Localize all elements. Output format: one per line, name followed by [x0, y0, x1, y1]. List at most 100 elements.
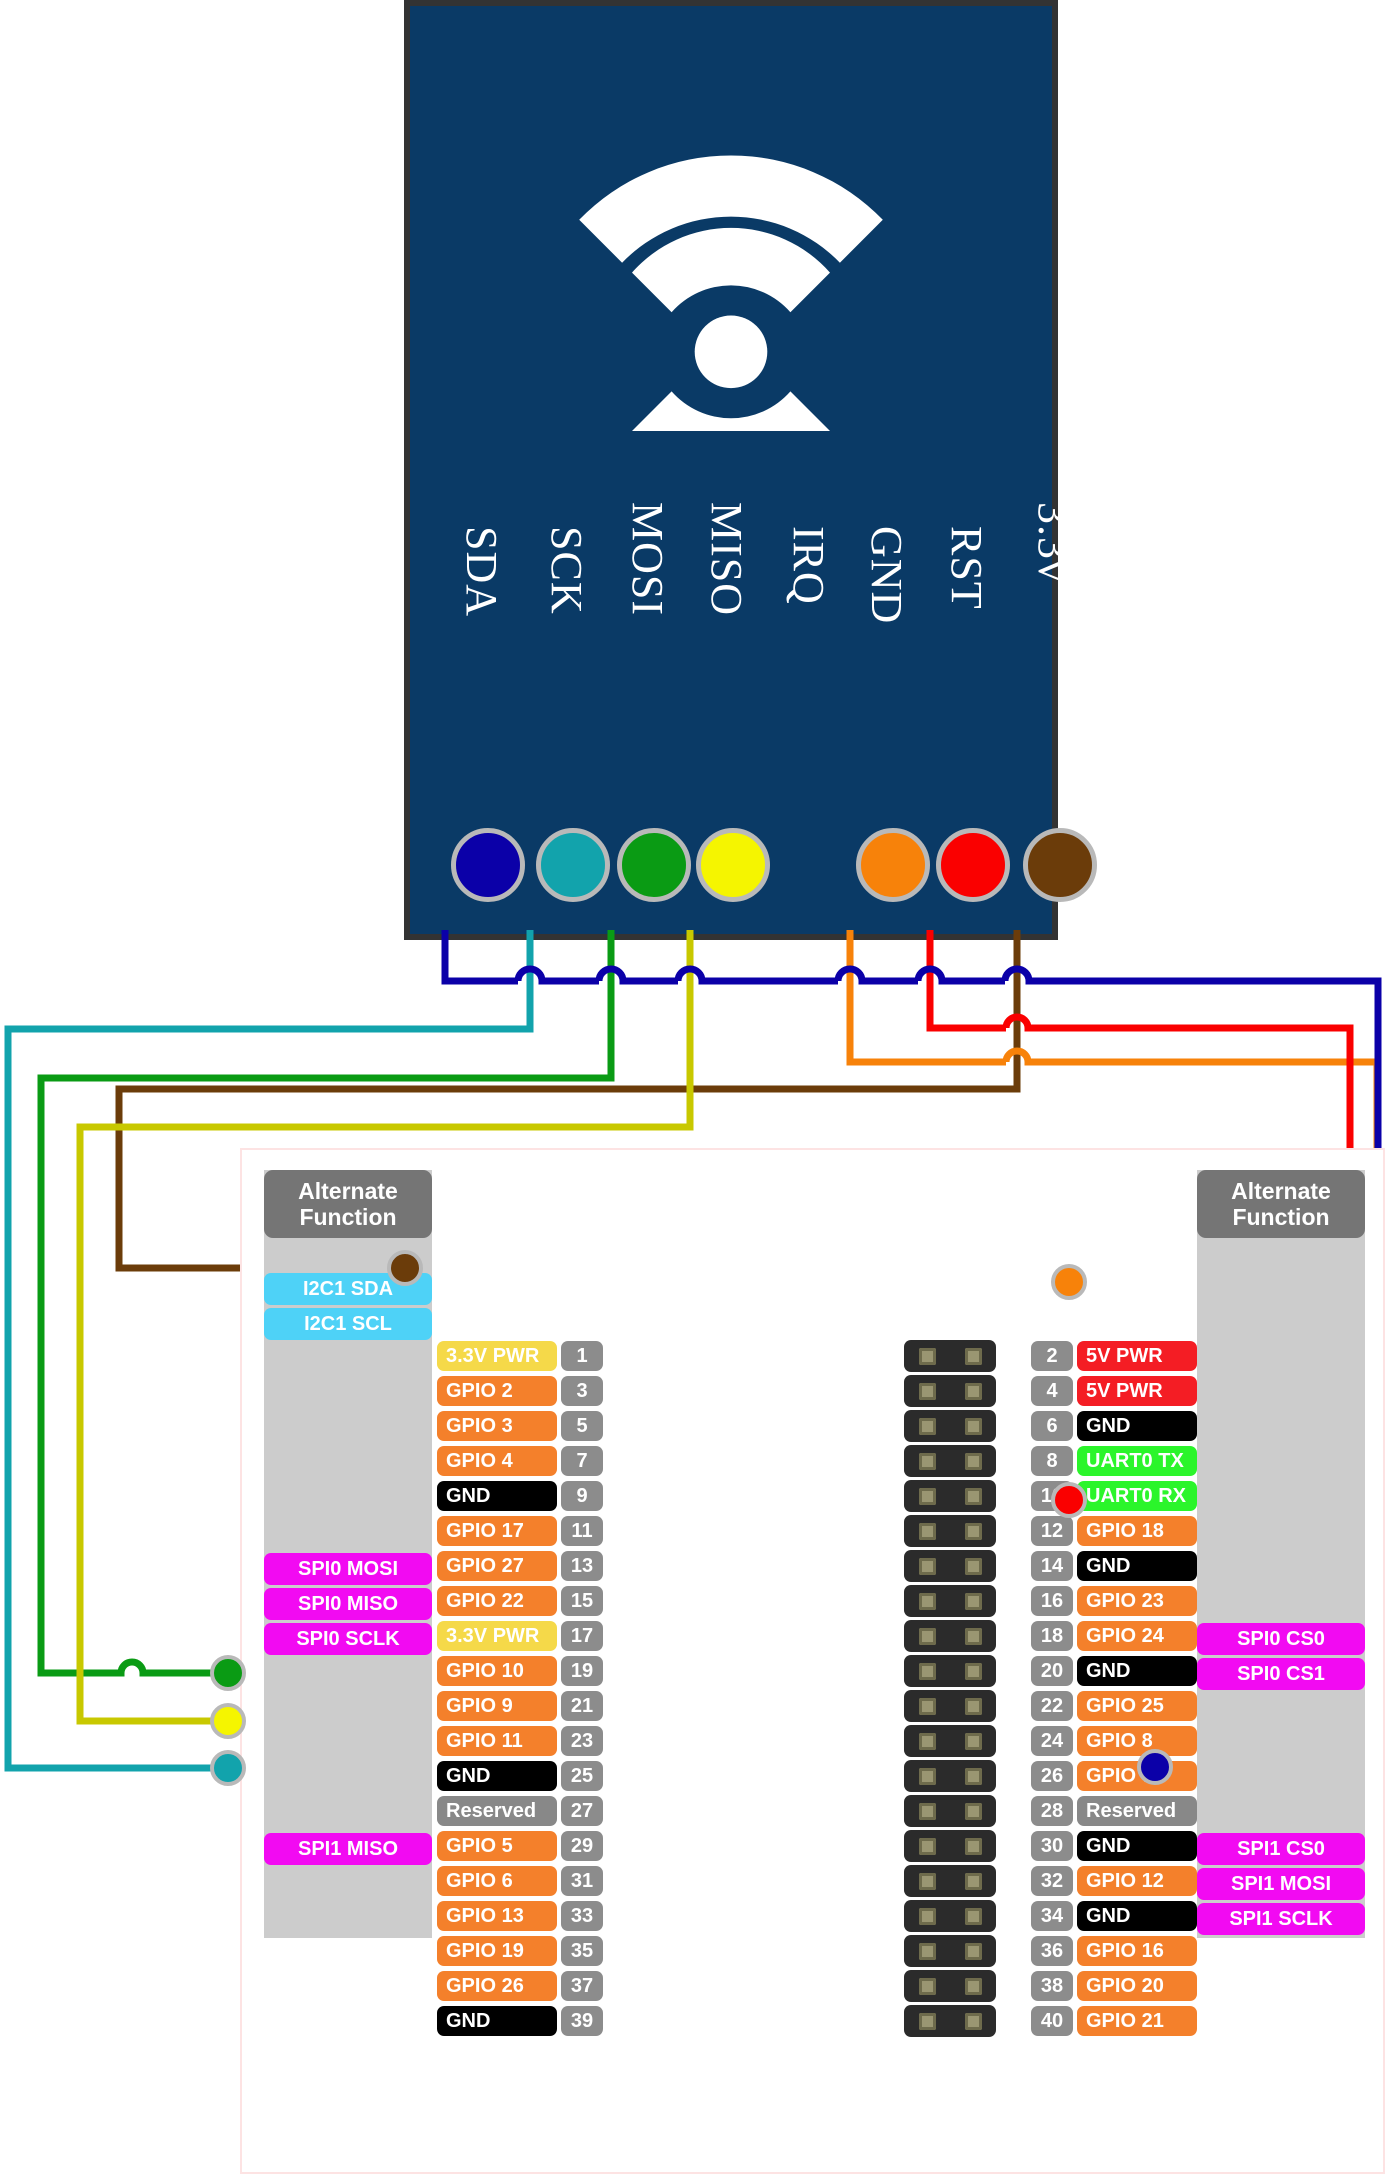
gpio-pin-number: 23 — [561, 1726, 603, 1756]
alt-slot-right-10 — [1197, 1588, 1365, 1620]
module-pad-33v[interactable] — [1023, 828, 1097, 902]
gpio-pin-row[interactable]: GPIO 19 35 — [437, 1935, 607, 1967]
gpio-pin-number: 39 — [561, 2006, 603, 2036]
gpio-pin-number: 8 — [1031, 1446, 1073, 1476]
module-pad-sck[interactable] — [536, 828, 610, 902]
gpio-pin-number: 17 — [561, 1621, 603, 1651]
gpio-pin-row[interactable]: 5V PWR 4 — [1027, 1375, 1197, 1407]
gpio-pin-number: 3 — [561, 1376, 603, 1406]
alt-slot-right-2 — [1197, 1308, 1365, 1340]
gpio-pin-number: 32 — [1031, 1866, 1073, 1896]
gpio-pin-row[interactable]: GPIO 23 16 — [1027, 1585, 1197, 1617]
gpio-pin-number: 26 — [1031, 1761, 1073, 1791]
gpio-pin-name: UART0 RX — [1077, 1481, 1197, 1511]
gpio-pin-row[interactable]: 3.3V PWR 1 — [437, 1340, 607, 1372]
gpio-pin-row[interactable]: GPIO 26 37 — [437, 1970, 607, 2002]
alt-slot-left-7 — [264, 1483, 432, 1515]
gpio-pin-name: GPIO 10 — [437, 1656, 557, 1686]
connection-dot-sck[interactable] — [210, 1750, 246, 1786]
header-pad — [964, 1347, 982, 1365]
alt-slot-right-18: SPI1 MOSI — [1197, 1868, 1365, 1900]
gpio-pin-row[interactable]: GPIO 17 11 — [437, 1515, 607, 1547]
connection-dot-3v3[interactable] — [387, 1250, 423, 1286]
header-pad — [918, 1837, 936, 1855]
gpio-pin-row[interactable]: GPIO 16 36 — [1027, 1935, 1197, 1967]
gpio-pin-name: GND — [437, 1481, 557, 1511]
gpio-pin-row[interactable]: GPIO 27 13 — [437, 1550, 607, 1582]
gpio-pin-row[interactable]: GND 30 — [1027, 1830, 1197, 1862]
gpio-pin-row[interactable]: GND 9 — [437, 1480, 607, 1512]
gpio-pin-row[interactable]: GPIO 20 38 — [1027, 1970, 1197, 2002]
gpio-pin-row[interactable]: GPIO 25 22 — [1027, 1690, 1197, 1722]
module-pin-label-sck: SCK — [542, 526, 591, 615]
header-pad — [964, 1592, 982, 1610]
header-pad — [964, 1487, 982, 1505]
connection-dot-gnd[interactable] — [1051, 1264, 1087, 1300]
alt-slot-right-5 — [1197, 1413, 1365, 1445]
connection-dot-miso[interactable] — [210, 1703, 246, 1739]
rfid-module-board: SDA SCK MOSI MISO IRQ GND RST 3.3v — [404, 0, 1097, 940]
gpio-pin-row[interactable]: GPIO 23 — [437, 1375, 607, 1407]
gpio-pin-row[interactable]: GPIO 5 29 — [437, 1830, 607, 1862]
gpio-pin-row[interactable]: GPIO 12 32 — [1027, 1865, 1197, 1897]
gpio-pin-row[interactable]: 3.3V PWR 17 — [437, 1620, 607, 1652]
gpio-pin-row[interactable]: GPIO 13 33 — [437, 1900, 607, 1932]
module-pad-rst[interactable] — [936, 828, 1010, 902]
gpio-pin-row[interactable]: GPIO 9 21 — [437, 1690, 607, 1722]
gpio-pin-number: 2 — [1031, 1341, 1073, 1371]
header-pad — [918, 1662, 936, 1680]
gpio-pin-row[interactable]: GND 20 — [1027, 1655, 1197, 1687]
gpio-pin-row[interactable]: Reserved 28 — [1027, 1795, 1197, 1827]
gpio-pin-row[interactable]: GPIO 21 40 — [1027, 2005, 1197, 2037]
header-pad — [918, 1767, 936, 1785]
module-pin-label-rst: RST — [942, 526, 991, 610]
gpio-pin-name: GND — [1077, 1901, 1197, 1931]
wiring-diagram: SDA SCK MOSI MISO IRQ GND RST 3.3v Alternate — [0, 0, 1386, 2174]
module-pin-label-mosi: MOSI — [623, 502, 672, 617]
gpio-pin-row[interactable]: GPIO 8 24 — [1027, 1725, 1197, 1757]
gpio-pin-row[interactable]: GPIO 11 23 — [437, 1725, 607, 1757]
module-pad-sda[interactable] — [451, 828, 525, 902]
alt-slot-right-16 — [1197, 1798, 1365, 1830]
header-pin-pair — [904, 1935, 996, 1967]
gpio-pin-row[interactable]: GND 25 — [437, 1760, 607, 1792]
gpio-pin-number: 40 — [1031, 2006, 1073, 2036]
gpio-pin-row[interactable]: GPIO 18 12 — [1027, 1515, 1197, 1547]
gpio-pin-row[interactable]: GPIO 24 18 — [1027, 1620, 1197, 1652]
gpio-pin-number: 37 — [561, 1971, 603, 2001]
gpio-pin-number: 6 — [1031, 1411, 1073, 1441]
module-pad-gnd[interactable] — [856, 828, 930, 902]
gpio-pin-number: 35 — [561, 1936, 603, 1966]
gpio-pin-row[interactable]: Reserved 27 — [437, 1795, 607, 1827]
header-pin-pair — [904, 1480, 996, 1512]
gpio-pin-row[interactable]: GPIO 35 — [437, 1410, 607, 1442]
gpio-pin-row[interactable]: 5V PWR 2 — [1027, 1340, 1197, 1372]
header-pad — [964, 1522, 982, 1540]
alt-slot-right-1 — [1197, 1273, 1365, 1305]
alt-slot-right-8 — [1197, 1518, 1365, 1550]
header-pin-pair — [904, 1550, 996, 1582]
connection-dot-rst[interactable] — [1051, 1482, 1087, 1518]
header-pin-pair — [904, 1585, 996, 1617]
alt-function-header-left: Alternate Function — [264, 1170, 432, 1238]
connection-dot-sda[interactable] — [1137, 1749, 1173, 1785]
gpio-pin-row[interactable]: GPIO 22 15 — [437, 1585, 607, 1617]
gpio-pin-row[interactable]: GND 6 — [1027, 1410, 1197, 1442]
gpio-pin-row[interactable]: GPIO 47 — [437, 1445, 607, 1477]
connection-dot-mosi[interactable] — [210, 1655, 246, 1691]
header-pad — [964, 1732, 982, 1750]
module-pad-miso[interactable] — [696, 828, 770, 902]
gpio-pin-row[interactable]: GND 34 — [1027, 1900, 1197, 1932]
gpio-pin-row[interactable]: GND 39 — [437, 2005, 607, 2037]
gpio-pin-row[interactable]: GPIO 10 19 — [437, 1655, 607, 1687]
gpio-pin-row[interactable]: GPIO 6 31 — [437, 1865, 607, 1897]
header-pad — [918, 2012, 936, 2030]
gpio-pin-name: GPIO 21 — [1077, 2006, 1197, 2036]
header-pad — [964, 1417, 982, 1435]
gpio-pin-name: GPIO 5 — [437, 1831, 557, 1861]
gpio-pin-row[interactable]: UART0 TX 8 — [1027, 1445, 1197, 1477]
module-pad-mosi[interactable] — [617, 828, 691, 902]
alt-header-line1: Alternate — [298, 1177, 398, 1204]
raspberry-pi-gpio-pinout: Alternate Function I2C1 SDA I2C1 SCL SPI0 … — [240, 1148, 1385, 2174]
gpio-pin-row[interactable]: GND 14 — [1027, 1550, 1197, 1582]
